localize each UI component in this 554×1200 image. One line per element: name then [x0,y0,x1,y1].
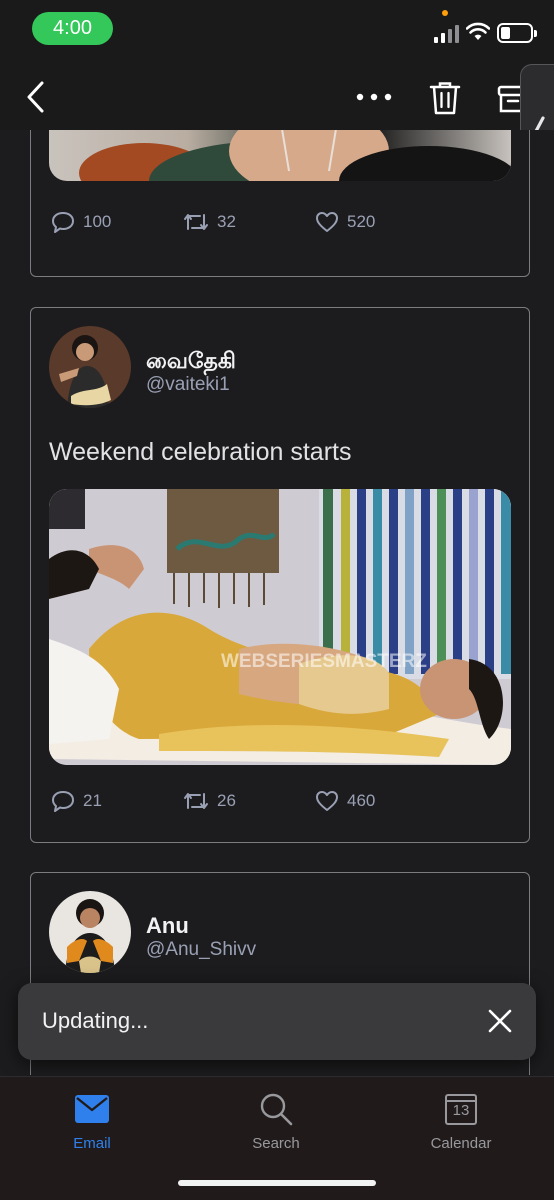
calendar-day: 13 [452,1102,470,1119]
back-chevron-icon[interactable] [22,80,52,114]
reply-action[interactable]: 100 [51,211,111,233]
email-content[interactable]: 100 32 520 வைதேகி @vaiteki1 Weekend cele… [0,130,554,1075]
reply-icon [52,212,74,233]
like-count: 520 [347,212,376,231]
status-bar: 4:00 [0,0,554,60]
heart-icon [316,212,338,232]
retweet-count: 26 [217,791,236,810]
author-name[interactable]: வைதேகி [146,348,236,377]
photo-content [79,130,511,181]
author-handle[interactable]: @vaiteki1 [146,374,230,396]
magnifier-icon [260,1093,293,1126]
author-name[interactable]: Anu [146,913,189,939]
tab-label: Calendar [430,1135,492,1152]
tab-search[interactable]: Search [216,1089,336,1152]
tab-label: Email [73,1135,111,1152]
tab-calendar[interactable]: 13 Calendar [401,1089,521,1152]
privacy-indicator-dot [442,10,448,16]
author-handle[interactable]: @Anu_Shivv [146,939,256,961]
reply-count: 100 [83,212,112,231]
tweet-actions: 100 32 520 [31,211,529,241]
avatar[interactable] [49,891,131,973]
trash-icon[interactable] [428,80,462,116]
avatar-photo [49,891,131,973]
retweet-action[interactable]: 26 [183,790,236,812]
tweet-image[interactable] [49,130,511,181]
tweet-text: Weekend celebration starts [49,438,352,466]
avatar[interactable] [49,326,131,408]
tweet-image[interactable]: WEBSERIESMASTERZ [49,489,511,765]
image-watermark: WEBSERIESMASTERZ [221,651,427,672]
tweet-actions: 21 26 460 [31,790,529,820]
cellular-signal-icon [434,23,462,43]
tweet-card[interactable]: 100 32 520 [30,130,530,277]
reply-count: 21 [83,791,102,810]
navigation-bar [0,60,554,130]
retweet-icon [184,793,208,809]
like-action[interactable]: 460 [315,790,375,812]
wifi-icon [466,22,490,40]
reply-action[interactable]: 21 [51,790,102,812]
retweet-icon [184,214,208,230]
reply-icon [52,791,74,812]
close-icon[interactable] [484,1005,516,1037]
tab-email[interactable]: Email [32,1089,152,1152]
retweet-action[interactable]: 32 [183,211,236,233]
more-options-icon[interactable] [354,82,394,112]
like-action[interactable]: 520 [315,211,375,233]
tweet-card[interactable]: வைதேகி @vaiteki1 Weekend celebration sta… [30,307,530,843]
retweet-count: 32 [217,212,236,231]
toast-message: Updating... [42,1008,149,1033]
heart-icon [316,791,338,811]
battery-icon [497,23,537,43]
updating-toast: Updating... [18,983,536,1060]
envelope-icon [75,1095,109,1123]
tab-label: Search [252,1135,300,1152]
avatar-photo [49,326,131,408]
photo-content: WEBSERIESMASTERZ [49,489,511,765]
home-indicator[interactable] [178,1180,376,1186]
status-time[interactable]: 4:00 [32,12,113,45]
like-count: 460 [347,791,376,810]
